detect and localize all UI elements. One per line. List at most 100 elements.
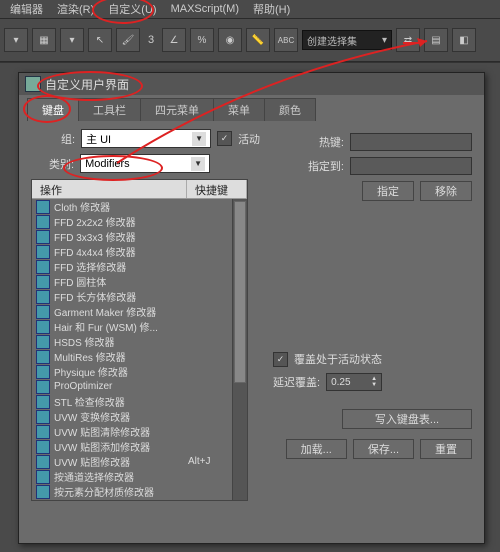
- active-checkbox[interactable]: ✓: [217, 131, 232, 146]
- assigned-input[interactable]: [350, 157, 472, 175]
- tool-text-icon[interactable]: ABC: [274, 28, 298, 52]
- modifier-icon: [36, 320, 50, 334]
- write-keyboard-button[interactable]: 写入键盘表...: [342, 409, 472, 429]
- modifier-icon: [36, 470, 50, 484]
- col-action[interactable]: 操作: [32, 180, 187, 198]
- list-item-label: UVW 贴图修改器: [54, 454, 184, 469]
- list-item[interactable]: FFD 圆柱体: [32, 274, 247, 289]
- list-item[interactable]: 保留修改器: [32, 499, 247, 500]
- active-label: 活动: [238, 131, 260, 147]
- save-button[interactable]: 保存...: [353, 439, 414, 459]
- menu-help[interactable]: 帮助(H): [247, 0, 296, 18]
- tool-dropdown-2[interactable]: ▾: [60, 28, 84, 52]
- modifier-icon: [36, 425, 50, 439]
- modifier-icon: [36, 335, 50, 349]
- assign-button[interactable]: 指定: [362, 181, 414, 201]
- list-item[interactable]: FFD 2x2x2 修改器: [32, 214, 247, 229]
- list-item-label: 按元素分配材质修改器: [54, 484, 184, 499]
- menu-maxscript[interactable]: MAXScript(M): [165, 2, 245, 16]
- modifier-icon: [36, 410, 50, 424]
- tool-mirror-icon[interactable]: ⇄: [396, 28, 420, 52]
- list-item[interactable]: UVW 贴图清除修改器: [32, 424, 247, 439]
- load-button[interactable]: 加载...: [286, 439, 347, 459]
- tool-percent-icon[interactable]: %: [190, 28, 214, 52]
- dialog-tabs: 键盘 工具栏 四元菜单 菜单 颜色: [19, 99, 484, 121]
- list-item[interactable]: UVW 贴图修改器 Alt+J: [32, 454, 247, 469]
- tool-spinner-icon[interactable]: ◉: [218, 28, 242, 52]
- dialog-titlebar[interactable]: 自定义用户界面: [19, 73, 484, 95]
- list-scrollbar[interactable]: [232, 199, 247, 500]
- main-toolbar: ▾ ▦ ▾ ↖ 🖌 3 ∠ % ◉ 📏 ABC 创建选择集▾ ⇄ ▤ ◧: [0, 19, 500, 62]
- scrollbar-thumb[interactable]: [234, 201, 246, 383]
- modifier-icon: [36, 395, 50, 409]
- modifier-icon: [36, 485, 50, 499]
- tab-keyboard[interactable]: 键盘: [27, 98, 79, 121]
- tool-align-icon[interactable]: ▤: [424, 28, 448, 52]
- list-body[interactable]: Cloth 修改器FFD 2x2x2 修改器FFD 3x3x3 修改器FFD 4…: [32, 199, 247, 500]
- list-item-shortcut: Alt+J: [188, 456, 211, 467]
- list-item-label: UVW 贴图清除修改器: [54, 424, 184, 439]
- modifier-icon: [36, 200, 50, 214]
- list-item-label: UVW 贴图添加修改器: [54, 439, 184, 454]
- list-item[interactable]: 按通道选择修改器: [32, 469, 247, 484]
- tool-end-icon[interactable]: ◧: [452, 28, 476, 52]
- override-checkbox[interactable]: ✓: [273, 352, 288, 367]
- modifier-icon: [36, 290, 50, 304]
- tool-number: 3: [144, 34, 158, 46]
- tool-angle-icon[interactable]: ∠: [162, 28, 186, 52]
- list-item[interactable]: Garment Maker 修改器: [32, 304, 247, 319]
- list-item-label: Hair 和 Fur (WSM) 修...: [54, 319, 184, 334]
- list-item[interactable]: FFD 长方体修改器: [32, 289, 247, 304]
- tool-dropdown-1[interactable]: ▾: [4, 28, 28, 52]
- list-item[interactable]: FFD 选择修改器: [32, 259, 247, 274]
- delay-label: 延迟覆盖:: [273, 374, 320, 390]
- list-item[interactable]: UVW 贴图添加修改器: [32, 439, 247, 454]
- selection-set-dropdown[interactable]: 创建选择集▾: [302, 30, 392, 50]
- modifier-icon: [36, 245, 50, 259]
- modifier-icon: [36, 440, 50, 454]
- modifier-icon: [36, 230, 50, 244]
- list-item[interactable]: HSDS 修改器: [32, 334, 247, 349]
- menu-render[interactable]: 渲染(R): [51, 0, 100, 18]
- modifier-icon: [36, 500, 50, 501]
- col-shortcut[interactable]: 快捷键: [187, 180, 247, 198]
- list-item[interactable]: STL 检查修改器: [32, 394, 247, 409]
- list-item-label: MultiRes 修改器: [54, 349, 184, 364]
- list-item-label: FFD 长方体修改器: [54, 289, 184, 304]
- category-label: 类别:: [49, 156, 74, 172]
- tab-quads[interactable]: 四元菜单: [140, 98, 214, 121]
- list-item[interactable]: FFD 3x3x3 修改器: [32, 229, 247, 244]
- delay-spinner[interactable]: 0.25 ▲▼: [326, 373, 382, 391]
- customize-ui-dialog: 自定义用户界面 键盘 工具栏 四元菜单 菜单 颜色 组: 主 UI▼ ✓ 活动 …: [18, 72, 485, 544]
- tab-colors[interactable]: 颜色: [264, 98, 316, 121]
- category-dropdown[interactable]: Modifiers▼: [80, 154, 210, 173]
- list-item[interactable]: Physique 修改器: [32, 364, 247, 379]
- list-item-label: FFD 圆柱体: [54, 274, 184, 289]
- tab-menus[interactable]: 菜单: [213, 98, 265, 121]
- modifier-icon: [36, 305, 50, 319]
- remove-button[interactable]: 移除: [420, 181, 472, 201]
- group-dropdown[interactable]: 主 UI▼: [81, 129, 211, 148]
- tool-paint-icon[interactable]: 🖌: [116, 28, 140, 52]
- override-label: 覆盖处于活动状态: [294, 351, 382, 367]
- menu-customize[interactable]: 自定义(U): [102, 0, 162, 18]
- list-item[interactable]: Cloth 修改器: [32, 199, 247, 214]
- list-item-label: Cloth 修改器: [54, 199, 184, 214]
- list-item[interactable]: 按元素分配材质修改器: [32, 484, 247, 499]
- tool-cursor-icon[interactable]: ↖: [88, 28, 112, 52]
- list-item[interactable]: MultiRes 修改器: [32, 349, 247, 364]
- tool-layers-icon[interactable]: ▦: [32, 28, 56, 52]
- modifier-icon: [36, 350, 50, 364]
- hotkey-input[interactable]: [350, 133, 472, 151]
- reset-button[interactable]: 重置: [420, 439, 472, 459]
- modifier-icon: [36, 215, 50, 229]
- assigned-label: 指定到:: [308, 158, 344, 174]
- menu-editor[interactable]: 编辑器: [4, 0, 49, 18]
- tool-ruler-icon[interactable]: 📏: [246, 28, 270, 52]
- list-item[interactable]: Hair 和 Fur (WSM) 修...: [32, 319, 247, 334]
- list-item[interactable]: FFD 4x4x4 修改器: [32, 244, 247, 259]
- list-item[interactable]: UVW 变换修改器: [32, 409, 247, 424]
- list-item[interactable]: ProOptimizer: [32, 379, 247, 394]
- dialog-body: 组: 主 UI▼ ✓ 活动 类别: Modifiers▼ 操作 快捷键 Clot…: [19, 121, 484, 509]
- tab-toolbars[interactable]: 工具栏: [78, 98, 141, 121]
